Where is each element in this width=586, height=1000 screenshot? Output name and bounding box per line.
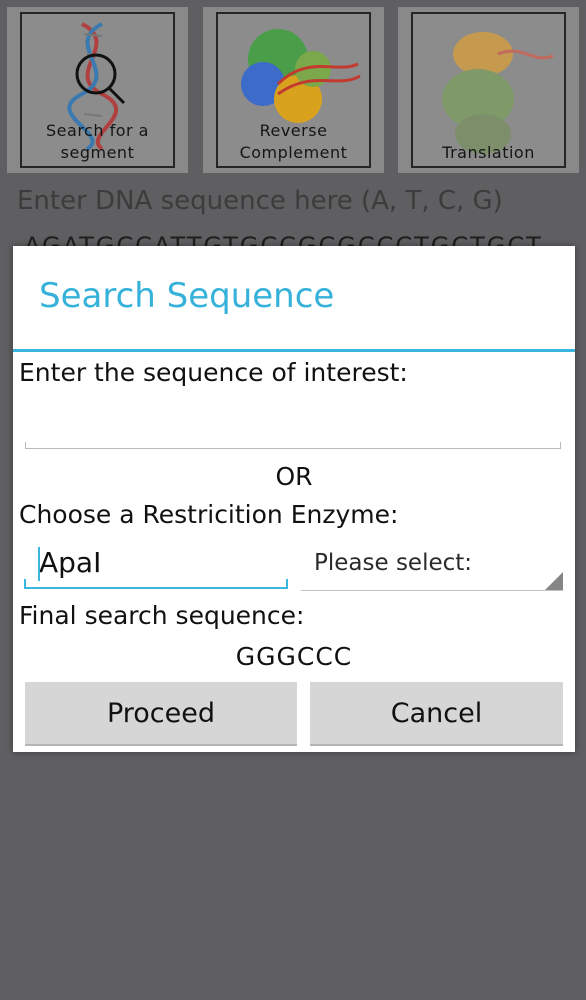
title-divider xyxy=(13,349,575,352)
enzyme-select-value: Please select: xyxy=(314,550,473,576)
search-sequence-dialog: Search Sequence Enter the sequence of in… xyxy=(13,246,575,752)
text-cursor xyxy=(38,547,40,581)
search-segment-tile[interactable]: Search for a segment xyxy=(7,7,188,173)
dialog-title: Search Sequence xyxy=(39,276,335,316)
sequence-input[interactable] xyxy=(25,396,561,449)
reverse-complement-tile[interactable]: Reverse Complement xyxy=(203,7,384,173)
final-sequence-value: GGGCCC xyxy=(235,642,353,671)
tool-tiles: Search for a segment Reverse Complement xyxy=(0,0,586,180)
dna-input-placeholder: Enter DNA sequence here (A, T, C, G) xyxy=(17,186,503,216)
tile-label: Search for a segment xyxy=(46,121,149,162)
sequence-label: Enter the sequence of interest: xyxy=(19,358,408,387)
tile-label: Reverse Complement xyxy=(239,121,348,162)
or-label: OR xyxy=(275,462,313,491)
translation-tile[interactable]: Translation xyxy=(398,7,579,173)
enzyme-select[interactable]: Please select: xyxy=(301,546,563,591)
enzyme-input[interactable]: ApaI xyxy=(24,541,288,589)
final-sequence-label: Final search sequence: xyxy=(19,601,305,630)
enzyme-input-value: ApaI xyxy=(39,546,102,579)
proceed-button[interactable]: Proceed xyxy=(25,682,297,746)
tile-label: Translation xyxy=(442,143,535,162)
dropdown-arrow-icon xyxy=(545,572,563,590)
enzyme-label: Choose a Restricition Enzyme: xyxy=(19,500,399,529)
cancel-button[interactable]: Cancel xyxy=(310,682,563,746)
